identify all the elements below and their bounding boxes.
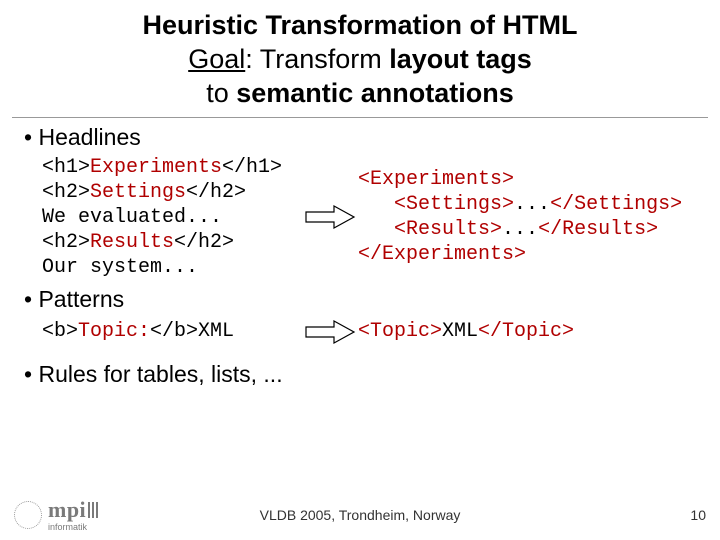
slide-goal: Goal: Transform layout tags to semantic … [0,43,720,111]
logo-subtext: informatik [48,523,98,532]
bullet-patterns: Patterns [24,286,702,313]
slide: Heuristic Transformation of HTML Goal: T… [0,0,720,540]
patterns-left-code: <b>Topic:</b>XML [42,319,302,344]
arrow-icon [304,202,356,232]
patterns-right-code: <Topic>XML</Topic> [358,319,702,344]
footer: mpi informatik VLDB 2005, Trondheim, Nor… [0,497,720,532]
arrow-patterns [302,317,358,347]
slide-body: Headlines <h1>Experiments</h1> <h2>Setti… [0,124,720,388]
patterns-example: <b>Topic:</b>XML <Topic>XML</Topic> [42,317,702,347]
divider [12,117,708,118]
footer-venue: VLDB 2005, Trondheim, Norway [0,507,720,523]
bullet-headlines: Headlines [24,124,702,151]
goal-line1-bold: layout tags [389,44,532,74]
arrow-headlines [302,202,358,232]
goal-line2-pre: to [206,78,236,108]
goal-line1-rest: : Transform [245,44,389,74]
arrow-icon [304,317,356,347]
bullet-rules: Rules for tables, lists, ... [24,361,702,388]
headlines-left-code: <h1>Experiments</h1> <h2>Settings</h2> W… [42,155,302,280]
slide-title: Heuristic Transformation of HTML [0,0,720,41]
headlines-example: <h1>Experiments</h1> <h2>Settings</h2> W… [42,155,702,280]
goal-label: Goal [188,44,245,74]
goal-line2-bold: semantic annotations [236,78,514,108]
headlines-right-code: <Experiments> <Settings>...</Settings> <… [358,167,702,267]
